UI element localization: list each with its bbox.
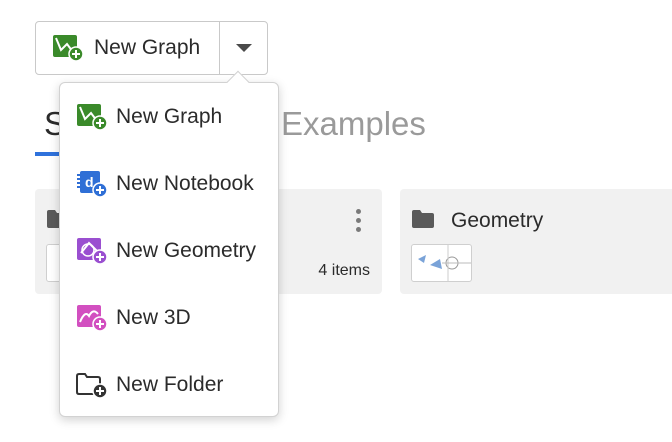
menu-item-label: New Notebook [116,172,254,195]
3d-add-icon [77,305,108,332]
svg-text:d: d [85,174,94,190]
menu-item-new-geometry[interactable]: New Geometry [60,226,278,276]
folder-item-count: 4 items [318,262,370,279]
geometry-add-icon [77,238,108,265]
new-graph-button[interactable]: New Graph [36,22,220,74]
caret-down-icon [235,44,252,52]
more-options-icon[interactable] [356,209,362,232]
menu-item-label: New Graph [116,105,223,128]
menu-item-label: New Folder [116,373,224,396]
menu-item-new-folder[interactable]: New Folder [60,360,278,410]
folder-icon [412,210,434,228]
graph-add-icon [53,35,84,62]
tab-examples[interactable]: Examples [281,105,426,143]
app-root: New Graph S Examples 4 items Geometry Ne… [0,0,672,442]
new-graph-split-button: New Graph [35,21,268,75]
menu-item-label: New 3D [116,306,191,329]
graph-add-icon [77,104,108,131]
menu-item-label: New Geometry [116,239,257,262]
folder-title: Geometry [451,209,544,232]
menu-item-new-graph[interactable]: New Graph [60,92,278,142]
new-graph-label: New Graph [94,36,201,59]
menu-item-new-3d[interactable]: New 3D [60,293,278,343]
folder-card-geometry[interactable]: Geometry [400,189,672,294]
menu-item-new-notebook[interactable]: d New Notebook [60,159,278,209]
notebook-add-icon: d [77,171,108,198]
folder-add-icon [76,373,108,399]
new-dropdown-toggle[interactable] [220,22,267,74]
geometry-thumbnail [411,244,472,282]
new-item-menu: New Graph d New Notebook New Geometry Ne… [59,70,279,417]
